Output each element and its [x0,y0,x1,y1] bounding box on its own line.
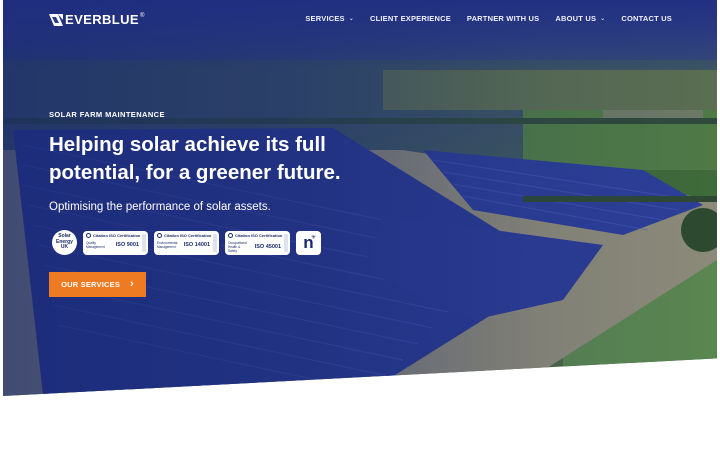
badge-code: ISO 9001 [115,241,139,248]
nav-item-partner-with-us[interactable]: PARTNER WITH US [467,14,539,23]
nav-item-services[interactable]: SERVICES ⌄ [305,14,354,23]
hero-headline: Helping solar achieve its full potential… [49,133,341,184]
badge-text: UK [60,244,69,251]
badge-issuer: Citation ISO Certification [235,232,283,238]
n-logo-badge: n ✳ [296,230,321,255]
chevron-down-icon: ⌄ [600,16,606,22]
solar-energy-uk-badge: Solar Energy UK [52,230,77,255]
badge-issuer: Citation ISO Certification [93,232,141,238]
badge-side-strip [284,233,288,252]
spark-icon: ✳ [310,234,316,241]
everblue-mark-icon [49,13,63,26]
badge-code: ISO 14001 [183,241,210,248]
main-menu: SERVICES ⌄ CLIENT EXPERIENCE PARTNER WITH… [305,14,672,23]
nav-item-about-us[interactable]: ABOUT US ⌄ [555,14,605,23]
brand-name: EVERBLUE [65,12,139,27]
badge-desc: Quality Management [86,240,105,249]
citation-icon [157,232,162,238]
badge-side-strip [213,233,217,252]
accreditation-badges: Solar Energy UK Citation ISO Certificati… [52,230,321,255]
iso-9001-badge: Citation ISO Certification Quality Manag… [83,230,148,255]
hero-eyebrow: SOLAR FARM MAINTENANCE [49,110,165,119]
nav-item-label: ABOUT US [555,14,597,23]
badge-desc: Environmental Management [157,240,178,249]
everblue-logo[interactable]: EVERBLUE ® [49,12,144,27]
nav-item-label: SERVICES [305,14,345,23]
cta-label: OUR SERVICES [61,280,121,289]
iso-14001-badge: Citation ISO Certification Environmental… [154,230,219,255]
chevron-right-icon: › [130,278,134,290]
citation-icon [228,232,233,238]
hero-subheadline: Optimising the performance of solar asse… [49,201,271,213]
registered-mark: ® [140,12,145,19]
hero-content: SOLAR FARM MAINTENANCE Helping solar ach… [49,110,389,213]
nav-item-label: CONTACT US [621,14,672,23]
chevron-down-icon: ⌄ [348,16,354,22]
badge-issuer: Citation ISO Certification [164,232,212,238]
nav-item-label: PARTNER WITH US [466,14,540,23]
badge-code: ISO 45001 [254,243,281,250]
our-services-button[interactable]: OUR SERVICES › [49,272,146,297]
nav-item-contact-us[interactable]: CONTACT US [621,14,672,23]
nav-item-client-experience[interactable]: CLIENT EXPERIENCE [370,14,451,23]
iso-45001-badge: Citation ISO Certification Occupational … [225,230,290,255]
citation-icon [86,232,91,238]
top-navigation: EVERBLUE ® SERVICES ⌄ CLIENT EXPERIENCE PA… [0,0,720,40]
badge-side-strip [142,233,146,252]
nav-item-label: CLIENT EXPERIENCE [370,14,451,23]
badge-desc: Occupational Health & Safety [228,240,247,253]
